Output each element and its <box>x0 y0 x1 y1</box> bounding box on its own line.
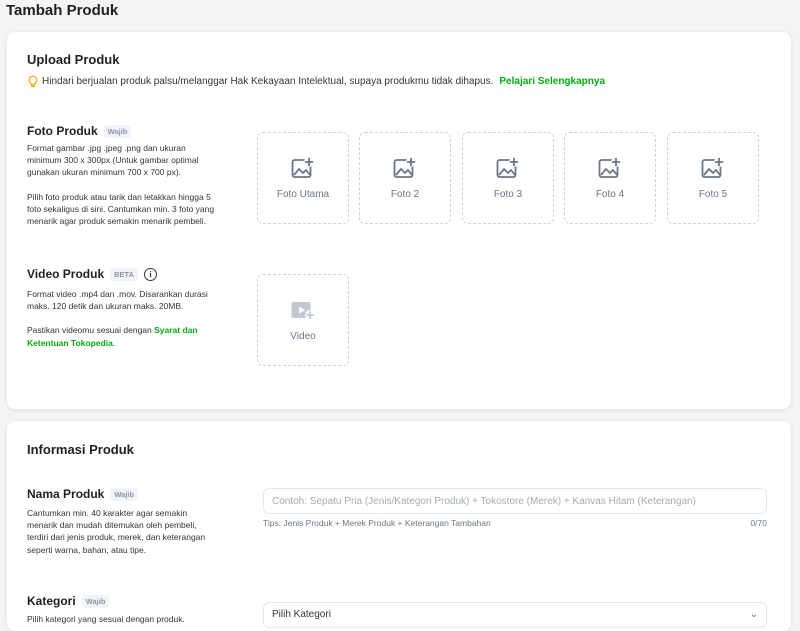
kategori-select[interactable]: Pilih Kategori ⌄ <box>263 602 767 628</box>
video-desc-prefix: Pastikan videomu sesuai dengan <box>27 325 152 336</box>
image-add-icon <box>291 156 314 178</box>
image-add-icon <box>496 156 519 178</box>
image-add-icon <box>393 156 416 178</box>
product-info-card: Informasi Produk Nama Produk Wajib Cantu… <box>7 421 791 631</box>
foto-produk-desc-tips: Pilih foto produk atau tarik dan letakka… <box>27 191 215 227</box>
photo-slot-label: Foto 5 <box>698 188 728 200</box>
photo-slot-2[interactable]: Foto 2 <box>359 132 451 224</box>
foto-produk-label: Foto Produk Wajib <box>27 124 132 138</box>
notice-text: Hindari berjualan produk palsu/melanggar… <box>42 76 494 87</box>
notice-learn-more-link[interactable]: Pelajari Selengkapnya <box>499 76 605 87</box>
video-produk-label: Video Produk BETA i <box>27 267 158 281</box>
upload-card: Upload Produk Hindari berjualan produk p… <box>7 32 791 409</box>
photo-slot-label: Foto Utama <box>276 188 330 200</box>
kategori-badge: Wajib <box>81 594 110 608</box>
video-add-icon <box>291 301 315 320</box>
upload-notice: Hindari berjualan produk palsu/melanggar… <box>27 75 605 88</box>
kategori-label-text: Kategori <box>27 594 76 608</box>
nama-produk-label-text: Nama Produk <box>27 487 105 501</box>
photo-slot-label: Foto 4 <box>595 188 625 200</box>
video-slot-label: Video <box>290 330 316 342</box>
video-produk-label-text: Video Produk <box>27 267 105 281</box>
video-produk-description: Format video .mp4 dan .mov. Disarankan d… <box>27 288 219 361</box>
kategori-label: Kategori Wajib <box>27 594 110 608</box>
foto-produk-desc-format: Format gambar .jpg .jpeg .png dan ukuran… <box>27 143 199 178</box>
photo-slot-5[interactable]: Foto 5 <box>667 132 759 224</box>
info-icon[interactable]: i <box>144 267 158 281</box>
nama-produk-hint: Tips: Jenis Produk + Merek Produk + Kete… <box>263 518 491 528</box>
page-title: Tambah Produk <box>6 2 119 19</box>
nama-produk-counter: 0/70 <box>750 518 767 528</box>
info-section-title: Informasi Produk <box>27 442 134 457</box>
photo-slot-main[interactable]: Foto Utama <box>257 132 349 224</box>
photo-slot-label: Foto 3 <box>493 188 523 200</box>
nama-produk-badge: Wajib <box>110 487 139 501</box>
nama-produk-label: Nama Produk Wajib <box>27 487 139 501</box>
foto-produk-description: Format gambar .jpg .jpeg .png dan ukuran… <box>27 142 219 239</box>
foto-produk-label-text: Foto Produk <box>27 124 98 138</box>
image-add-icon <box>598 156 621 178</box>
video-produk-desc-terms: Pastikan videomu sesuai dengan Syarat da… <box>27 324 219 348</box>
foto-produk-badge: Wajib <box>103 124 132 138</box>
image-add-icon <box>701 156 724 178</box>
upload-section-title: Upload Produk <box>27 52 120 67</box>
nama-produk-input[interactable] <box>263 488 767 514</box>
chevron-down-icon: ⌄ <box>749 609 758 620</box>
video-produk-desc-format: Format video .mp4 dan .mov. Disarankan d… <box>27 289 208 312</box>
photo-slot-4[interactable]: Foto 4 <box>564 132 656 224</box>
video-desc-suffix: . <box>112 337 116 348</box>
photo-slot-3[interactable]: Foto 3 <box>462 132 554 224</box>
kategori-select-value: Pilih Kategori <box>272 609 331 620</box>
kategori-description: Pilih kategori yang sesuai dengan produk… <box>27 614 185 624</box>
nama-produk-description: Cantumkan min. 40 karakter agar semakin … <box>27 508 206 555</box>
photo-slot-label: Foto 2 <box>390 188 420 200</box>
lightbulb-icon <box>28 75 38 87</box>
video-slot[interactable]: Video <box>257 274 349 366</box>
video-produk-badge: BETA <box>110 267 139 281</box>
